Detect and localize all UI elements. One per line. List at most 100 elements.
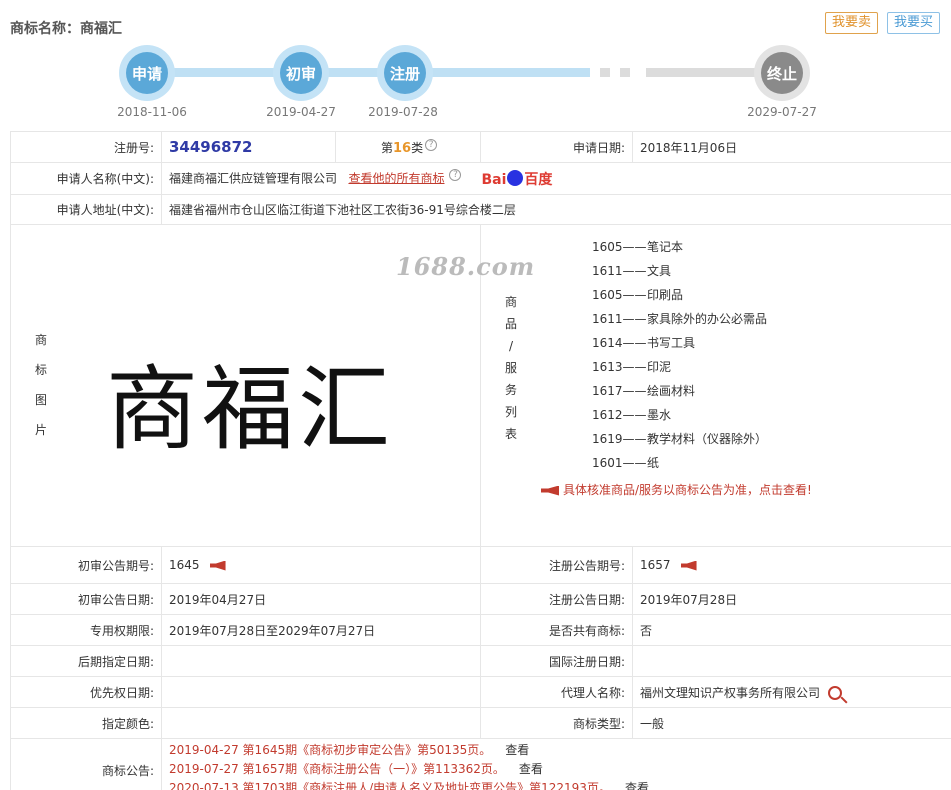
address-label: 申请人地址(中文): bbox=[10, 194, 162, 225]
view-link[interactable]: 查看 bbox=[505, 743, 529, 757]
view-link[interactable]: 查看 bbox=[519, 762, 543, 776]
list-item: 2020-07-13 第1703期《商标注册人/申请人名义及地址变更公告》第12… bbox=[169, 779, 944, 790]
applicant-cell: 福建商福汇供应链管理有限公司 查看他的所有商标? Bai 百度 bbox=[161, 162, 951, 195]
image-label-char: 商 bbox=[34, 333, 47, 347]
table-row: 指定颜色: 商标类型: 一般 bbox=[10, 707, 951, 739]
timeline-date: 2029-07-27 bbox=[747, 105, 817, 119]
apply-date: 2018年11月06日 bbox=[632, 131, 951, 163]
megaphone-icon[interactable] bbox=[680, 560, 697, 571]
table-row: 申请人名称(中文): 福建商福汇供应链管理有限公司 查看他的所有商标? Bai 百度 bbox=[10, 162, 951, 195]
color-label: 指定颜色: bbox=[10, 707, 162, 739]
list-item: 1613——印泥 bbox=[592, 355, 767, 379]
announcement-text: 2019-07-27 第1657期《商标注册公告（一）》第113362页。 bbox=[169, 762, 505, 776]
type-label: 商标类型: bbox=[480, 707, 633, 739]
goods-label-char: / bbox=[508, 339, 514, 353]
help-icon[interactable]: ? bbox=[449, 168, 462, 181]
timeline-label: 申请 bbox=[126, 52, 168, 94]
agent-label: 代理人名称: bbox=[480, 676, 633, 708]
table-row: 专用权期限: 2019年07月28日至2029年07月27日 是否共有商标: 否 bbox=[10, 614, 951, 646]
view-all-trademarks-link[interactable]: 查看他的所有商标 bbox=[348, 171, 444, 185]
goods-code: 1619—— bbox=[592, 432, 647, 446]
baidu-search-link[interactable]: Bai 百度 bbox=[481, 169, 552, 189]
class-suffix: 类 bbox=[411, 140, 424, 155]
goods-code: 1611—— bbox=[592, 264, 647, 278]
trademark-name: 商福汇 bbox=[80, 21, 122, 37]
timeline-label: 终止 bbox=[761, 52, 803, 94]
later-date bbox=[161, 645, 481, 677]
applicant-label: 申请人名称(中文): bbox=[10, 162, 162, 195]
goods-notice-link[interactable]: 具体核准商品/服务以商标公告为准，点击查看! bbox=[531, 481, 812, 498]
timeline-dash bbox=[600, 68, 610, 77]
goods-name: 墨水 bbox=[647, 408, 672, 422]
address: 福建省福州市仓山区临江街道下池社区工农街36-91号综合楼二层 bbox=[161, 194, 951, 225]
list-item: 1611——家具除外的办公必需品 bbox=[592, 307, 767, 331]
table-row: 申请人地址(中文): 福建省福州市仓山区临江街道下池社区工农街36-91号综合楼… bbox=[10, 194, 951, 225]
class-number: 16 bbox=[393, 140, 412, 156]
image-label-char: 标 bbox=[34, 363, 47, 377]
priority-date bbox=[161, 676, 481, 708]
reg-pub-no: 1657 bbox=[640, 558, 671, 572]
goods-name: 家具除外的办公必需品 bbox=[647, 312, 768, 326]
trademark-image: 商福汇 bbox=[106, 356, 395, 463]
goods-name: 印刷品 bbox=[647, 288, 684, 302]
agent-cell: 福州文理知识产权事务所有限公司 bbox=[632, 676, 951, 708]
timeline-dash bbox=[620, 68, 630, 77]
status-timeline: 申请 2018-11-06 初审 2019-04-27 注册 2019-07-2… bbox=[0, 40, 951, 125]
intl-date-label: 国际注册日期: bbox=[480, 645, 633, 677]
table-row: 注册号: 34496872 第16类? 申请日期: 2018年11月06日 bbox=[10, 131, 951, 163]
announcement-text: 2019-04-27 第1645期《商标初步审定公告》第50135页。 bbox=[169, 743, 492, 757]
list-item: 2019-04-27 第1645期《商标初步审定公告》第50135页。 查看 bbox=[169, 741, 944, 760]
class-cell: 第16类? bbox=[335, 131, 481, 163]
class-prefix: 第 bbox=[381, 140, 394, 155]
sell-button[interactable]: 我要卖 bbox=[825, 12, 879, 34]
reg-pub-no-cell: 1657 bbox=[632, 546, 951, 584]
trademark-title: 商标名称：商福汇 bbox=[10, 18, 122, 38]
help-icon[interactable]: ? bbox=[425, 138, 438, 151]
list-item: 1614——书写工具 bbox=[592, 331, 767, 355]
timeline-label: 注册 bbox=[384, 52, 426, 94]
list-item: 1605——印刷品 bbox=[592, 283, 767, 307]
goods-name: 纸 bbox=[647, 456, 660, 470]
list-item: 1617——绘画材料 bbox=[592, 379, 767, 403]
goods-code: 1611—— bbox=[592, 312, 647, 326]
megaphone-icon[interactable] bbox=[209, 560, 226, 571]
timeline-node-register: 注册 bbox=[377, 45, 433, 101]
goods-code: 1605—— bbox=[592, 288, 647, 302]
agent-name: 福州文理知识产权事务所有限公司 bbox=[640, 685, 821, 700]
timeline-label: 初审 bbox=[280, 52, 322, 94]
list-item: 2019-07-27 第1657期《商标注册公告（一）》第113362页。 查看 bbox=[169, 760, 944, 779]
goods-code: 1605—— bbox=[592, 240, 647, 254]
list-item: 1605——笔记本 bbox=[592, 235, 767, 259]
goods-label: 商 品 / 服 务 列 表 bbox=[501, 291, 521, 445]
buy-button[interactable]: 我要买 bbox=[887, 12, 941, 34]
reg-pub-date-label: 注册公告日期: bbox=[480, 583, 633, 615]
goods-label-char: 品 bbox=[504, 317, 517, 331]
reg-no-cell: 34496872 bbox=[161, 131, 336, 163]
prelim-no: 1645 bbox=[169, 558, 200, 572]
goods-name: 笔记本 bbox=[647, 240, 684, 254]
goods-cell: 商 品 / 服 务 列 表 1605——笔记本 1611——文具 1605——印… bbox=[480, 224, 951, 547]
goods-label-char: 商 bbox=[504, 295, 517, 309]
search-icon[interactable] bbox=[828, 686, 843, 700]
goods-name: 书写工具 bbox=[647, 336, 696, 350]
view-link[interactable]: 查看 bbox=[625, 781, 649, 790]
timeline-date: 2019-04-27 bbox=[266, 105, 336, 119]
reg-pub-no-label: 注册公告期号: bbox=[480, 546, 633, 584]
watermark: 1688.com bbox=[396, 252, 536, 281]
exclusive-label: 专用权期限: bbox=[10, 614, 162, 646]
image-label-char: 片 bbox=[34, 423, 47, 437]
later-date-label: 后期指定日期: bbox=[10, 645, 162, 677]
goods-list: 1605——笔记本 1611——文具 1605——印刷品 1611——家具除外的… bbox=[592, 235, 767, 475]
timeline-date: 2018-11-06 bbox=[117, 105, 187, 119]
shared-value: 否 bbox=[632, 614, 951, 646]
announcement-label: 商标公告: bbox=[10, 738, 162, 790]
table-row: 后期指定日期: 国际注册日期: bbox=[10, 645, 951, 677]
goods-label-char: 务 bbox=[504, 383, 517, 397]
timeline-date: 2019-07-28 bbox=[368, 105, 438, 119]
megaphone-icon bbox=[541, 485, 559, 496]
goods-name: 绘画材料 bbox=[647, 384, 696, 398]
type-value: 一般 bbox=[632, 707, 951, 739]
table-row: 初审公告期号: 1645 注册公告期号: 1657 bbox=[10, 546, 951, 584]
goods-name: 教学材料（仪器除外） bbox=[647, 432, 768, 446]
goods-name: 印泥 bbox=[647, 360, 672, 374]
